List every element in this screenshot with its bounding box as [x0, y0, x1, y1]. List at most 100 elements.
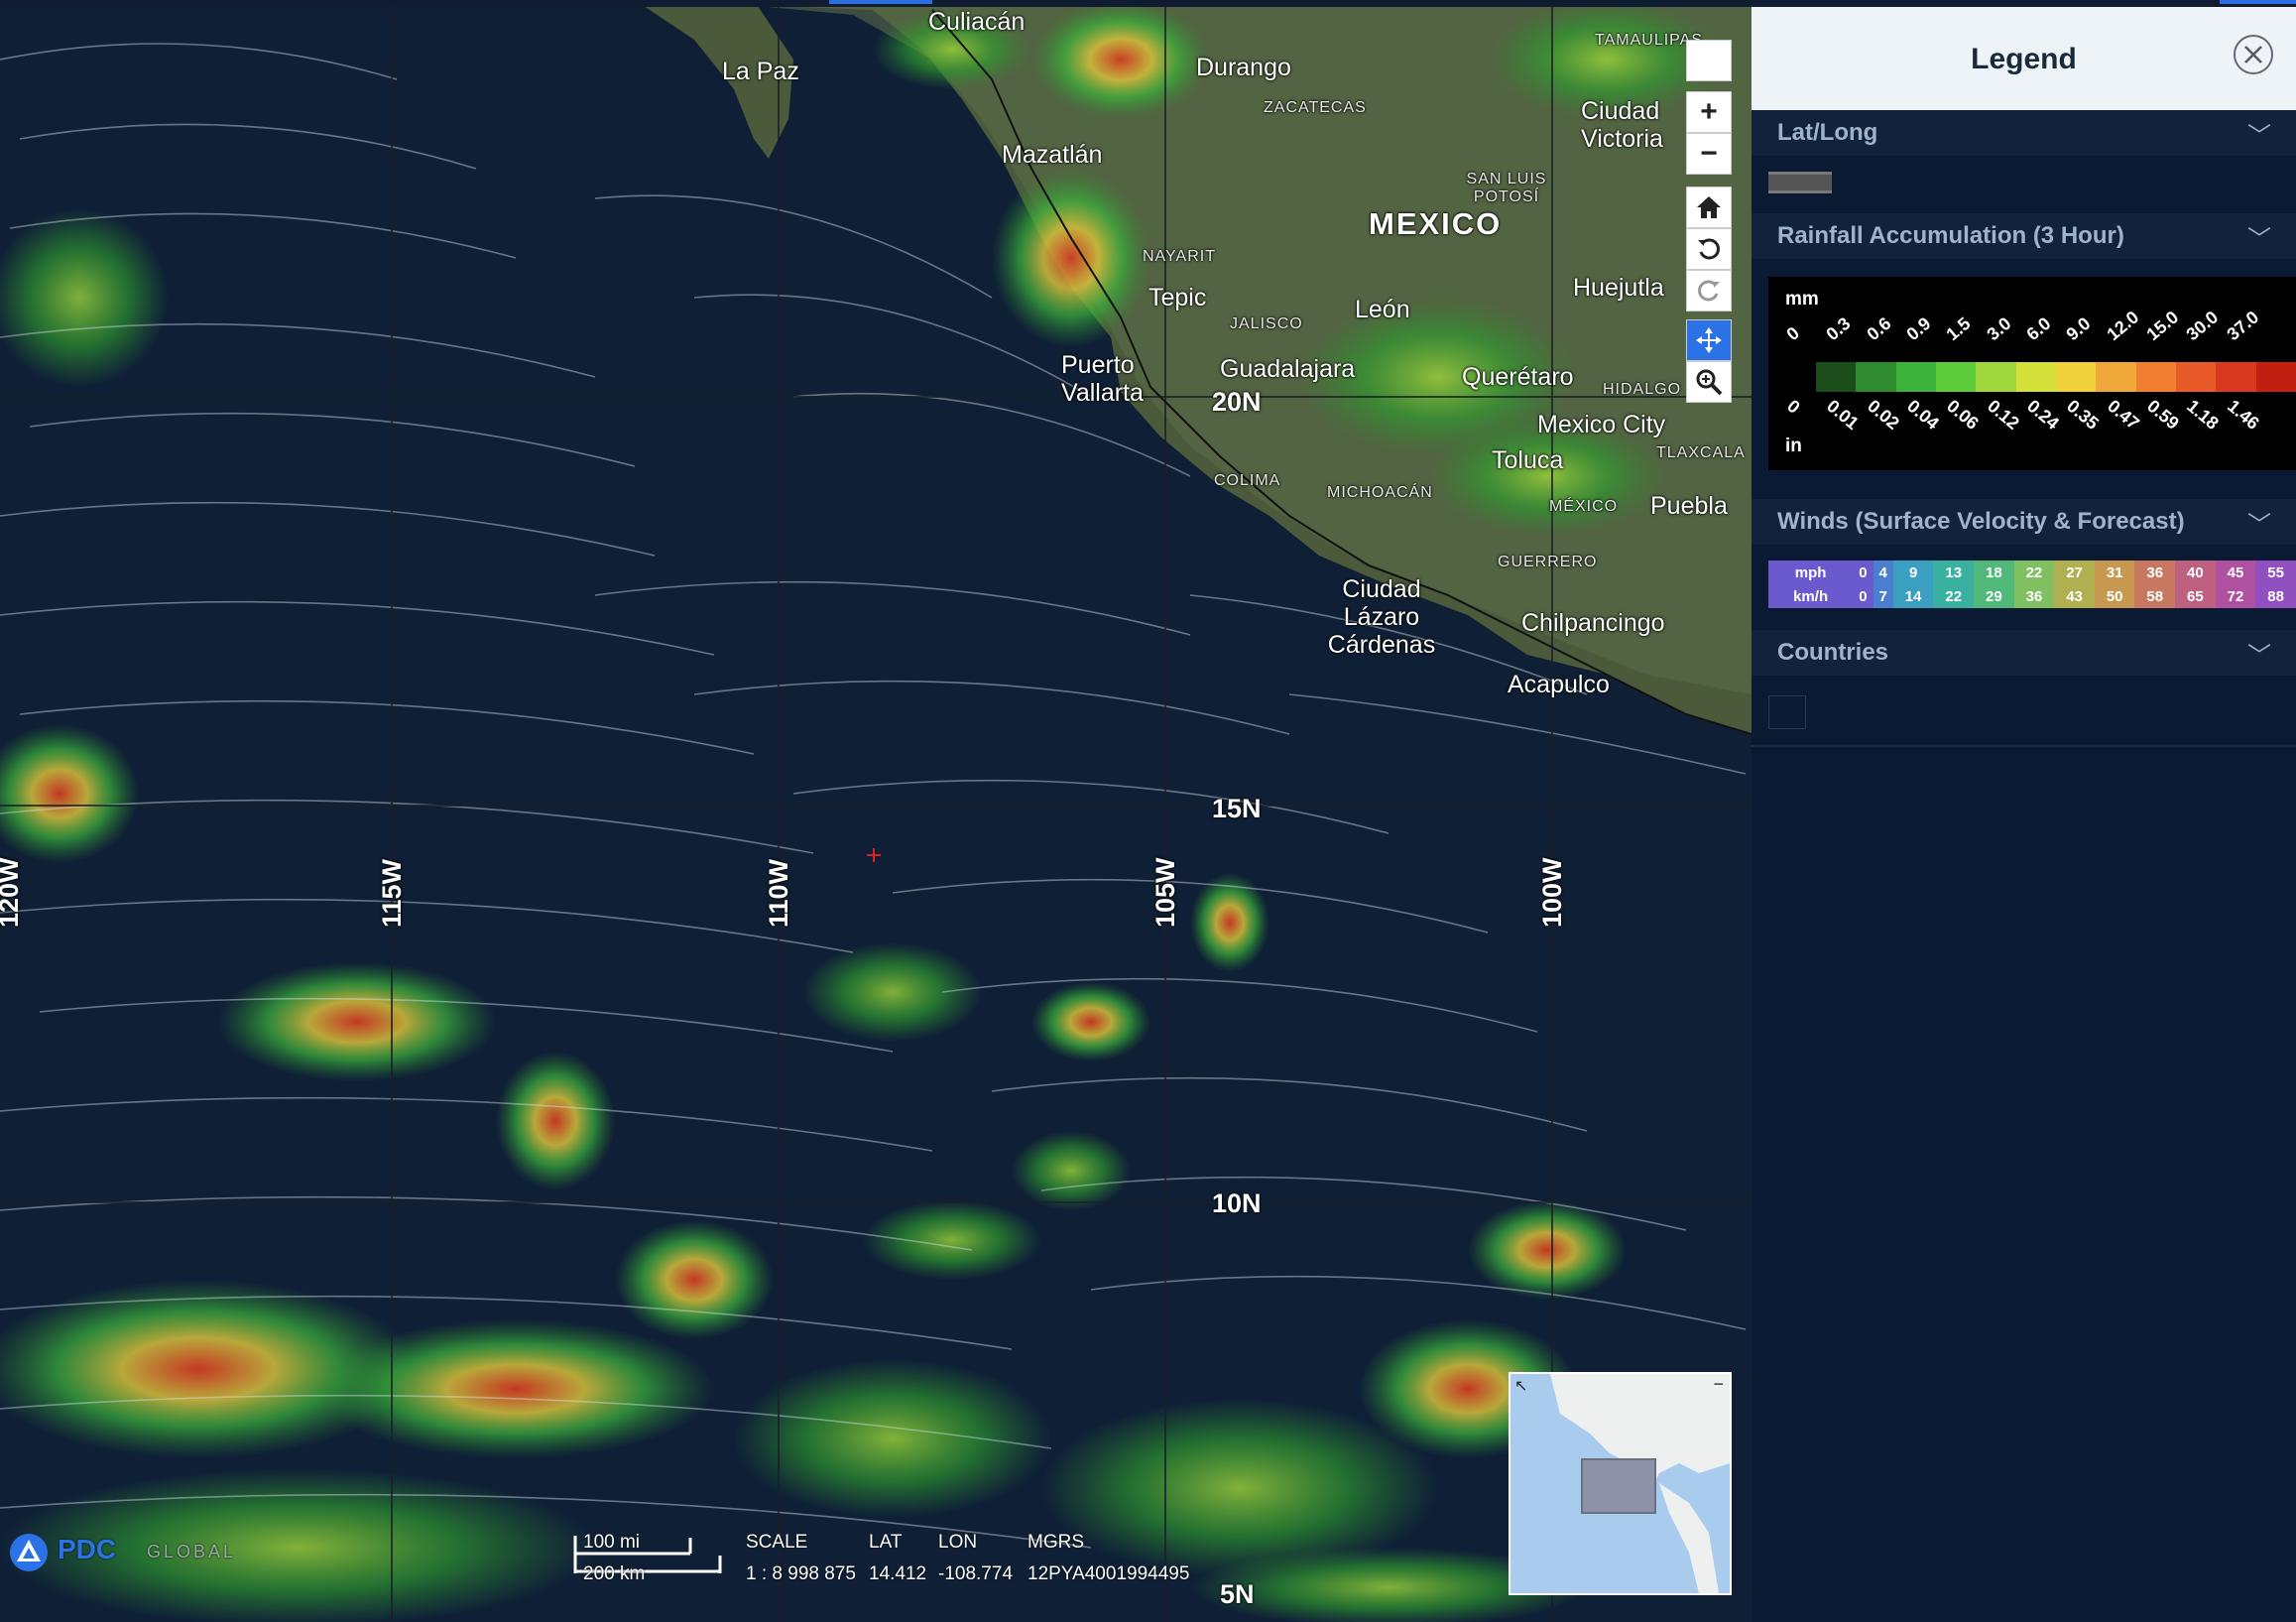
top-progress-bar: [0, 0, 2296, 7]
rain-mm-tick: 0.9: [1902, 312, 1935, 345]
city-label: Querétaro: [1462, 363, 1574, 391]
grid-label-15n: 15N: [1212, 794, 1262, 823]
section-countries[interactable]: Countries ﹀: [1752, 630, 2296, 676]
section-latlong[interactable]: Lat/Long ﹀: [1752, 110, 2296, 156]
rain-color-swatch: [1935, 362, 1977, 392]
city-label: La Paz: [722, 58, 799, 85]
logo-text: PDC: [58, 1534, 117, 1564]
rainfall-scale: mm in 0 0.3 0.6 0.9 1.5 3.0 6.0 9.0 12.0 15.0 30.0…: [1768, 277, 2296, 470]
pan-icon: [1696, 327, 1722, 353]
rain-mm-tick: 0: [1782, 322, 1804, 345]
rain-in-tick: 0.59: [2143, 396, 2183, 434]
rain-in-tick: 0.12: [1983, 396, 2023, 434]
pan-button[interactable]: [1686, 319, 1732, 361]
rain-in-tick: 1.46: [2223, 396, 2263, 434]
wind-kmh-value: 0: [1853, 584, 1873, 608]
wind-kmh-value: 36: [2013, 584, 2055, 608]
wind-kmh-value: 88: [2255, 584, 2296, 608]
rain-mm-tick: 37.0: [2223, 307, 2262, 345]
lat-value: 14.412: [869, 1563, 927, 1584]
wind-mph-row: mph 0 4 9 13 18 22 27 31 36 40 45 55: [1768, 561, 2296, 584]
wind-mph-value: 55: [2255, 561, 2296, 584]
grid-label-20n: 20N: [1212, 387, 1262, 417]
lon-label: LON: [938, 1532, 978, 1553]
wind-kmh-value: 72: [2215, 584, 2256, 608]
country-label: MEXICO: [1369, 206, 1503, 241]
lon-value: -108.774: [938, 1563, 1014, 1584]
rain-in-tick: 0.01: [1823, 396, 1864, 434]
wind-kmh-value: 43: [2054, 584, 2095, 608]
close-icon: [2244, 46, 2262, 63]
city-label: Tepic: [1148, 284, 1207, 312]
chevron-down-icon[interactable]: ﹀: [2247, 219, 2271, 254]
city-label: Culiacán: [928, 8, 1026, 36]
city-label: Toluca: [1492, 446, 1564, 474]
rotate-cw-button[interactable]: [1686, 270, 1732, 312]
grid-label-120w: 120W: [0, 857, 24, 928]
city-label: Chilpancingo: [1521, 609, 1665, 637]
zoom-box-button[interactable]: [1686, 361, 1732, 403]
city-label: Ciudad Victoria: [1581, 97, 1663, 153]
logo-subtext: GLOBAL: [147, 1542, 237, 1561]
wind-mph-value: 40: [2175, 561, 2216, 584]
rain-in-tick: 0: [1783, 396, 1804, 418]
legend-panel: Legend Lat/Long ﹀ Rainfall Accumulation …: [1752, 7, 2296, 1622]
rain-color-swatch: [1856, 362, 1896, 392]
minimap-collapse-icon[interactable]: −: [1713, 1374, 1724, 1395]
home-button[interactable]: [1686, 187, 1732, 228]
status-bar: PDC GLOBAL 100 mi 200 km SCALE 1 : 8 998…: [0, 1518, 1240, 1617]
chevron-down-icon[interactable]: ﹀: [2247, 636, 2271, 671]
scale-miles: 100 mi: [583, 1532, 641, 1553]
chevron-down-icon[interactable]: ﹀: [2247, 505, 2271, 540]
grid-label-100w: 100W: [1537, 857, 1567, 928]
map-view[interactable]: Culiacán La Paz Durango Mazatlán Ciudad …: [0, 0, 1752, 1622]
rain-in-tick: 0.24: [2023, 396, 2063, 434]
blank-tool-button[interactable]: [1686, 40, 1732, 81]
countries-swatch: [1768, 695, 1806, 729]
magnifier-icon: [1696, 369, 1723, 396]
section-title: Lat/Long: [1777, 119, 1878, 146]
chevron-down-icon[interactable]: ﹀: [2247, 116, 2271, 151]
city-label: Guadalajara: [1220, 355, 1356, 383]
section-winds[interactable]: Winds (Surface Velocity & Forecast) ﹀: [1752, 499, 2296, 545]
zoom-in-button[interactable]: +: [1686, 91, 1732, 133]
wind-mph-value: 22: [2013, 561, 2055, 584]
city-label: Puerto Vallarta: [1061, 351, 1144, 407]
grid-label-115w: 115W: [377, 858, 407, 928]
rain-in-tick: 0.47: [2103, 396, 2143, 434]
section-rainfall[interactable]: Rainfall Accumulation (3 Hour) ﹀: [1752, 213, 2296, 259]
wind-mph-value: 45: [2215, 561, 2256, 584]
rain-unit-mm: mm: [1785, 289, 1819, 310]
zoom-out-button[interactable]: −: [1686, 133, 1732, 175]
rain-mm-tick: 12.0: [2103, 307, 2142, 345]
wind-mph-value: 27: [2054, 561, 2095, 584]
state-label: COLIMA: [1214, 472, 1281, 489]
city-label: León: [1355, 296, 1410, 323]
rain-color-swatch: [2015, 362, 2056, 392]
state-label: MÉXICO: [1549, 498, 1619, 515]
state-label: SAN LUIS POTOSÍ: [1466, 171, 1547, 205]
lat-label: LAT: [869, 1532, 903, 1553]
rain-color-swatch: [1976, 362, 2016, 392]
close-button[interactable]: [2234, 35, 2273, 74]
overview-minimap[interactable]: ↖ −: [1509, 1372, 1732, 1595]
state-label: GUERRERO: [1498, 554, 1598, 570]
wind-mph-value: 9: [1892, 561, 1934, 584]
rain-mm-tick: 6.0: [2022, 312, 2055, 345]
rotate-cw-icon: [1698, 280, 1720, 302]
section-title: Winds (Surface Velocity & Forecast): [1777, 508, 2185, 535]
rotate-ccw-button[interactable]: [1686, 228, 1732, 270]
mgrs-value: 12PYA4001994495: [1027, 1563, 1190, 1584]
minimap-expand-icon[interactable]: ↖: [1514, 1376, 1527, 1396]
rain-mm-tick: 0.3: [1822, 312, 1855, 345]
rain-color-swatch: [1895, 362, 1936, 392]
section-title: Rainfall Accumulation (3 Hour): [1777, 222, 2124, 249]
city-label: Ciudad Lázaro Cárdenas: [1327, 575, 1436, 659]
city-label: Mazatlán: [1002, 141, 1103, 169]
home-icon: [1697, 196, 1721, 218]
pdc-logo-icon: [10, 1534, 48, 1571]
rain-color-swatch: [2055, 362, 2097, 392]
city-label: Huejutla: [1573, 274, 1664, 302]
legend-title: Legend: [1971, 43, 2077, 75]
rain-mm-tick: 0.6: [1863, 312, 1895, 345]
